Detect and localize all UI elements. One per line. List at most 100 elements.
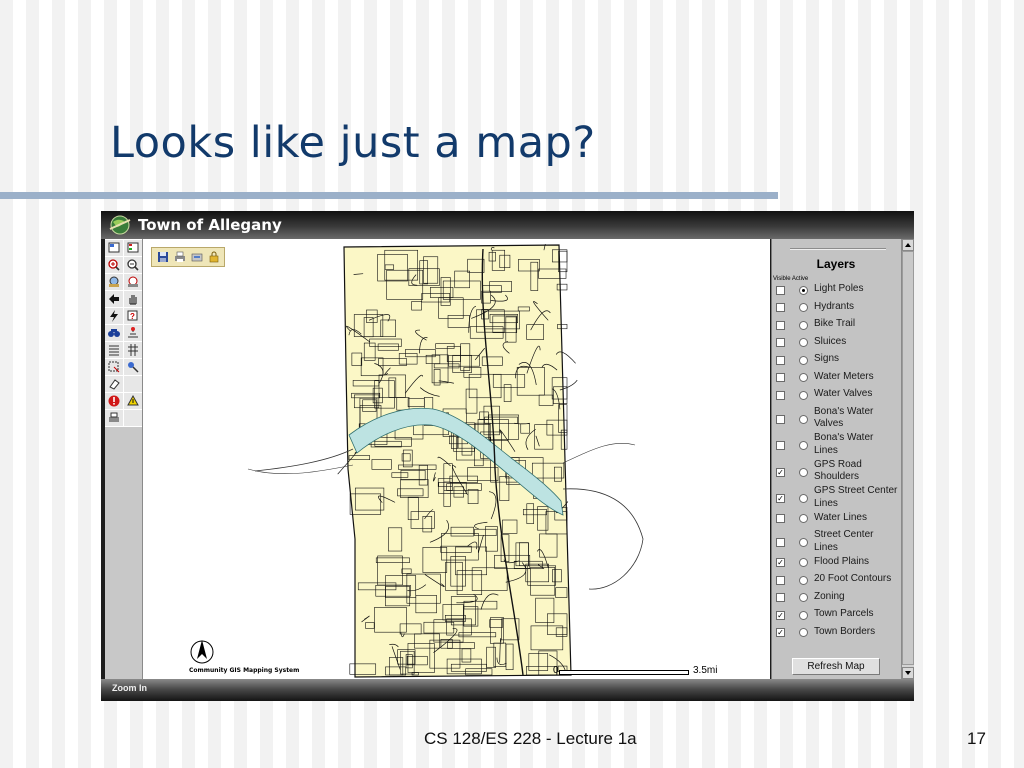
layer-row: ✓ GPS Street Center Lines — [776, 485, 902, 512]
layer-label: Flood Plains — [814, 555, 870, 567]
layer-active-radio[interactable] — [799, 467, 808, 477]
zoom-in-icon[interactable] — [105, 257, 123, 273]
road-east-2 — [562, 442, 636, 464]
layer-label: Bike Trail — [814, 318, 856, 329]
layer-label: Water Valves — [814, 388, 873, 399]
layer-visible-checkbox[interactable] — [776, 338, 785, 347]
layer-visible-checkbox[interactable] — [776, 441, 785, 450]
hotlink-icon[interactable] — [105, 308, 123, 324]
layer-label: GPS Street Center Lines — [814, 485, 898, 509]
select-rect-icon[interactable] — [105, 359, 123, 375]
layer-active-radio[interactable] — [799, 338, 808, 347]
layer-visible-checkbox[interactable] — [776, 575, 785, 585]
layer-row: Signs — [776, 353, 902, 371]
layer-active-radio[interactable] — [799, 610, 808, 620]
layers-divider — [790, 248, 886, 250]
export-icon[interactable] — [189, 250, 204, 264]
scale-start-label: 0 — [553, 665, 559, 676]
layout-icon[interactable] — [105, 240, 123, 256]
find-icon[interactable] — [105, 325, 123, 341]
legend-icon[interactable] — [124, 240, 142, 256]
lock-icon[interactable] — [206, 250, 221, 264]
svg-text:?: ? — [130, 312, 135, 321]
info-icon[interactable] — [105, 393, 123, 409]
layer-visible-checkbox[interactable]: ✓ — [776, 494, 785, 503]
layer-row: Water Valves — [776, 388, 902, 406]
full-extent-icon[interactable] — [105, 274, 123, 290]
layer-active-radio[interactable] — [799, 303, 808, 312]
window-title: Town of Allegany — [138, 216, 282, 234]
geocode-icon[interactable] — [124, 393, 142, 409]
print-icon[interactable] — [105, 410, 123, 426]
layer-visible-checkbox[interactable]: ✓ — [776, 610, 785, 620]
layer-active-radio[interactable] — [799, 494, 808, 503]
layer-active-radio[interactable] — [799, 575, 808, 585]
layer-visible-checkbox[interactable] — [776, 320, 785, 330]
print-icon[interactable] — [172, 250, 187, 264]
layers-scrollbar[interactable] — [901, 239, 914, 679]
map-mini-toolbar — [151, 247, 225, 267]
layer-row: Hydrants — [776, 301, 902, 319]
pan-icon[interactable] — [124, 291, 142, 307]
layer-visible-checkbox[interactable] — [776, 285, 785, 295]
window-titlebar: Town of Allegany — [101, 211, 914, 239]
tools-grid: ? — [105, 239, 142, 427]
help-icon[interactable]: ? — [124, 308, 142, 324]
scale-line — [559, 670, 689, 675]
refresh-map-button[interactable]: Refresh Map — [792, 658, 880, 675]
layer-visible-checkbox[interactable] — [776, 514, 785, 523]
layers-panel: Layers Visible Active Light Poles Hydrant… — [771, 239, 902, 679]
scroll-down-button[interactable] — [902, 667, 914, 679]
grid-icon[interactable] — [124, 342, 142, 358]
layer-active-radio[interactable] — [799, 558, 808, 567]
layer-row: 20 Foot Contours — [776, 573, 902, 591]
layer-active-radio[interactable] — [799, 441, 808, 450]
map-canvas[interactable]: Community GIS Mapping System 0 3.5mi — [143, 239, 770, 679]
layer-active-radio[interactable] — [799, 285, 808, 295]
layer-active-radio[interactable] — [799, 390, 808, 400]
layer-visible-checkbox[interactable] — [776, 593, 785, 602]
layer-visible-checkbox[interactable] — [776, 373, 785, 382]
layer-active-radio[interactable] — [799, 628, 808, 637]
layer-label: Town Borders — [814, 625, 876, 637]
blank-icon — [124, 410, 142, 426]
map-drawing[interactable] — [143, 239, 770, 679]
title-divider — [0, 192, 778, 199]
layer-active-radio[interactable] — [799, 538, 808, 547]
list-icon[interactable] — [105, 342, 123, 358]
road-west-2 — [247, 464, 354, 475]
layer-label: Street Center Lines — [814, 529, 874, 553]
layer-visible-checkbox[interactable] — [776, 538, 785, 547]
layer-row: Bona's Water Lines — [776, 432, 902, 459]
zoom-prev-icon[interactable] — [124, 274, 142, 290]
layer-visible-checkbox[interactable]: ✓ — [776, 628, 785, 637]
scale-end-label: 3.5mi — [693, 665, 718, 676]
zoom-out-icon[interactable] — [124, 257, 142, 273]
layer-label: Town Parcels — [814, 608, 874, 619]
layer-label: GPS Road Shoulders — [814, 458, 862, 483]
layer-visible-checkbox[interactable] — [776, 303, 785, 312]
identify-icon[interactable] — [124, 359, 142, 375]
layer-visible-checkbox[interactable] — [776, 414, 785, 424]
layer-active-radio[interactable] — [799, 514, 808, 523]
layer-active-radio[interactable] — [799, 355, 808, 365]
layer-active-radio[interactable] — [799, 593, 808, 602]
save-icon[interactable] — [155, 250, 170, 264]
tool-palette: ? — [105, 239, 143, 679]
layer-active-radio[interactable] — [799, 414, 808, 424]
scroll-thumb[interactable] — [902, 251, 914, 665]
layer-visible-checkbox[interactable] — [776, 355, 785, 365]
eraser-icon[interactable] — [105, 376, 123, 392]
road-east — [562, 488, 644, 590]
select-icon[interactable] — [124, 325, 142, 341]
layer-active-radio[interactable] — [799, 320, 808, 330]
layer-active-radio[interactable] — [799, 373, 808, 382]
layer-label: Bona's Water Valves — [814, 405, 874, 430]
layer-visible-checkbox[interactable] — [776, 390, 785, 400]
status-bar: Zoom In — [101, 679, 914, 701]
back-icon[interactable] — [105, 291, 123, 307]
status-text: Zoom In — [112, 683, 147, 693]
layer-visible-checkbox[interactable]: ✓ — [776, 467, 785, 477]
layer-visible-checkbox[interactable]: ✓ — [776, 558, 785, 567]
scroll-up-button[interactable] — [902, 239, 914, 251]
